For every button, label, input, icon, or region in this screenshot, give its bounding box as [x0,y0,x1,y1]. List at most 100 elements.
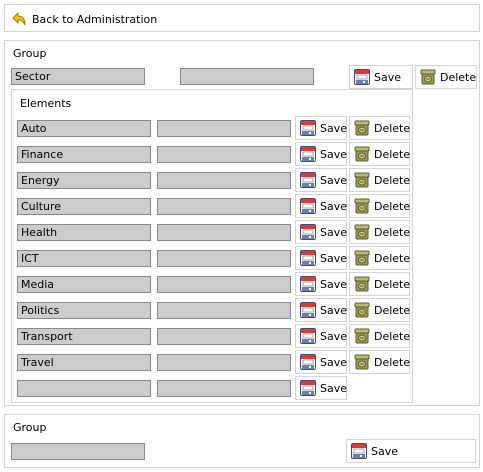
save-label: Save [320,277,348,291]
element-save-button[interactable]: Save [295,272,347,296]
element-name-field[interactable]: Health [17,224,151,241]
element-delete-button[interactable]: Delete [349,220,410,244]
floppy-disk-icon [300,198,316,214]
delete-label: Delete [374,355,411,369]
floppy-disk-icon [354,69,370,85]
element-save-button[interactable]: Save [295,324,347,348]
element-name-field[interactable]: Finance [17,146,151,163]
new-group-save-button[interactable]: Save [346,439,476,463]
trash-bin-icon [354,328,370,344]
element-row: Transport Save Delete [12,324,412,348]
element-delete-button[interactable]: Delete [349,168,410,192]
element-delete-button[interactable]: Delete [349,116,410,140]
element-value-field[interactable] [157,354,291,371]
element-save-button[interactable]: Save [295,142,347,166]
element-delete-button[interactable]: Delete [349,246,410,270]
element-value-field[interactable] [157,172,291,189]
floppy-disk-icon [300,224,316,240]
element-save-button[interactable]: Save [295,246,347,270]
group-delete-button[interactable]: Delete [415,65,477,89]
element-value-field[interactable] [157,250,291,267]
trash-bin-icon [354,224,370,240]
element-row: Auto Save Delete [12,116,412,140]
floppy-disk-icon [300,172,316,188]
group-secondary-field[interactable] [180,68,314,85]
new-group-panel: Group Save [4,414,480,468]
top-bar: Back to Administration [4,4,480,32]
back-arrow-icon [11,11,27,27]
save-label: Save [320,251,348,265]
delete-label: Delete [374,251,411,265]
element-value-field[interactable] [157,120,291,137]
delete-label: Delete [374,199,411,213]
group-panel: Group Sector Save Delete Elements Auto Sa… [4,40,480,406]
elements-label: Elements [20,97,72,110]
element-save-button[interactable]: Save [295,376,347,400]
element-delete-button[interactable]: Delete [349,194,410,218]
element-delete-button[interactable]: Delete [349,324,410,348]
trash-bin-icon [420,69,436,85]
floppy-disk-icon [351,443,367,459]
element-value-field[interactable] [157,276,291,293]
new-group-label: Group [13,421,47,434]
element-value-field[interactable] [157,328,291,345]
trash-bin-icon [354,250,370,266]
floppy-disk-icon [300,380,316,396]
element-name-field[interactable]: Transport [17,328,151,345]
trash-bin-icon [354,354,370,370]
element-name-field[interactable]: Travel [17,354,151,371]
element-name-field[interactable] [17,380,151,397]
save-label: Save [374,70,402,84]
trash-bin-icon [354,302,370,318]
element-name-field[interactable]: Energy [17,172,151,189]
save-label: Save [320,381,348,395]
element-delete-button[interactable]: Delete [349,298,410,322]
element-name-field[interactable]: Politics [17,302,151,319]
group-label: Group [13,47,47,60]
element-value-field[interactable] [157,198,291,215]
delete-label: Delete [374,329,411,343]
element-delete-button[interactable]: Delete [349,272,410,296]
floppy-disk-icon [300,276,316,292]
element-delete-button[interactable]: Delete [349,142,410,166]
floppy-disk-icon [300,146,316,162]
element-value-field[interactable] [157,302,291,319]
element-value-field[interactable] [157,146,291,163]
new-group-name-field[interactable] [11,443,145,460]
element-row: Finance Save Delete [12,142,412,166]
element-save-button[interactable]: Save [295,298,347,322]
element-name-field[interactable]: Auto [17,120,151,137]
back-to-administration-link[interactable]: Back to Administration [11,10,157,28]
element-save-button[interactable]: Save [295,194,347,218]
group-name-field[interactable]: Sector [11,68,145,85]
delete-label: Delete [374,147,411,161]
element-save-button[interactable]: Save [295,350,347,374]
trash-bin-icon [354,198,370,214]
save-label: Save [320,355,348,369]
element-value-field[interactable] [157,380,291,397]
save-label: Save [320,173,348,187]
floppy-disk-icon [300,302,316,318]
element-row: ICT Save Delete [12,246,412,270]
element-name-field[interactable]: ICT [17,250,151,267]
element-delete-button[interactable]: Delete [349,350,410,374]
floppy-disk-icon [300,354,316,370]
element-value-field[interactable] [157,224,291,241]
save-label: Save [320,329,348,343]
delete-label: Delete [374,173,411,187]
element-name-field[interactable]: Culture [17,198,151,215]
back-link-label: Back to Administration [32,12,158,26]
element-save-button[interactable]: Save [295,168,347,192]
element-save-button[interactable]: Save [295,220,347,244]
delete-label: Delete [374,303,411,317]
trash-bin-icon [354,146,370,162]
element-row: Travel Save Delete [12,350,412,374]
element-row: Energy Save Delete [12,168,412,192]
save-label: Save [320,225,348,239]
element-row: Politics Save Delete [12,298,412,322]
element-name-field[interactable]: Media [17,276,151,293]
element-save-button[interactable]: Save [295,116,347,140]
group-save-button[interactable]: Save [349,65,413,89]
save-label: Save [320,121,348,135]
delete-label: Delete [374,225,411,239]
